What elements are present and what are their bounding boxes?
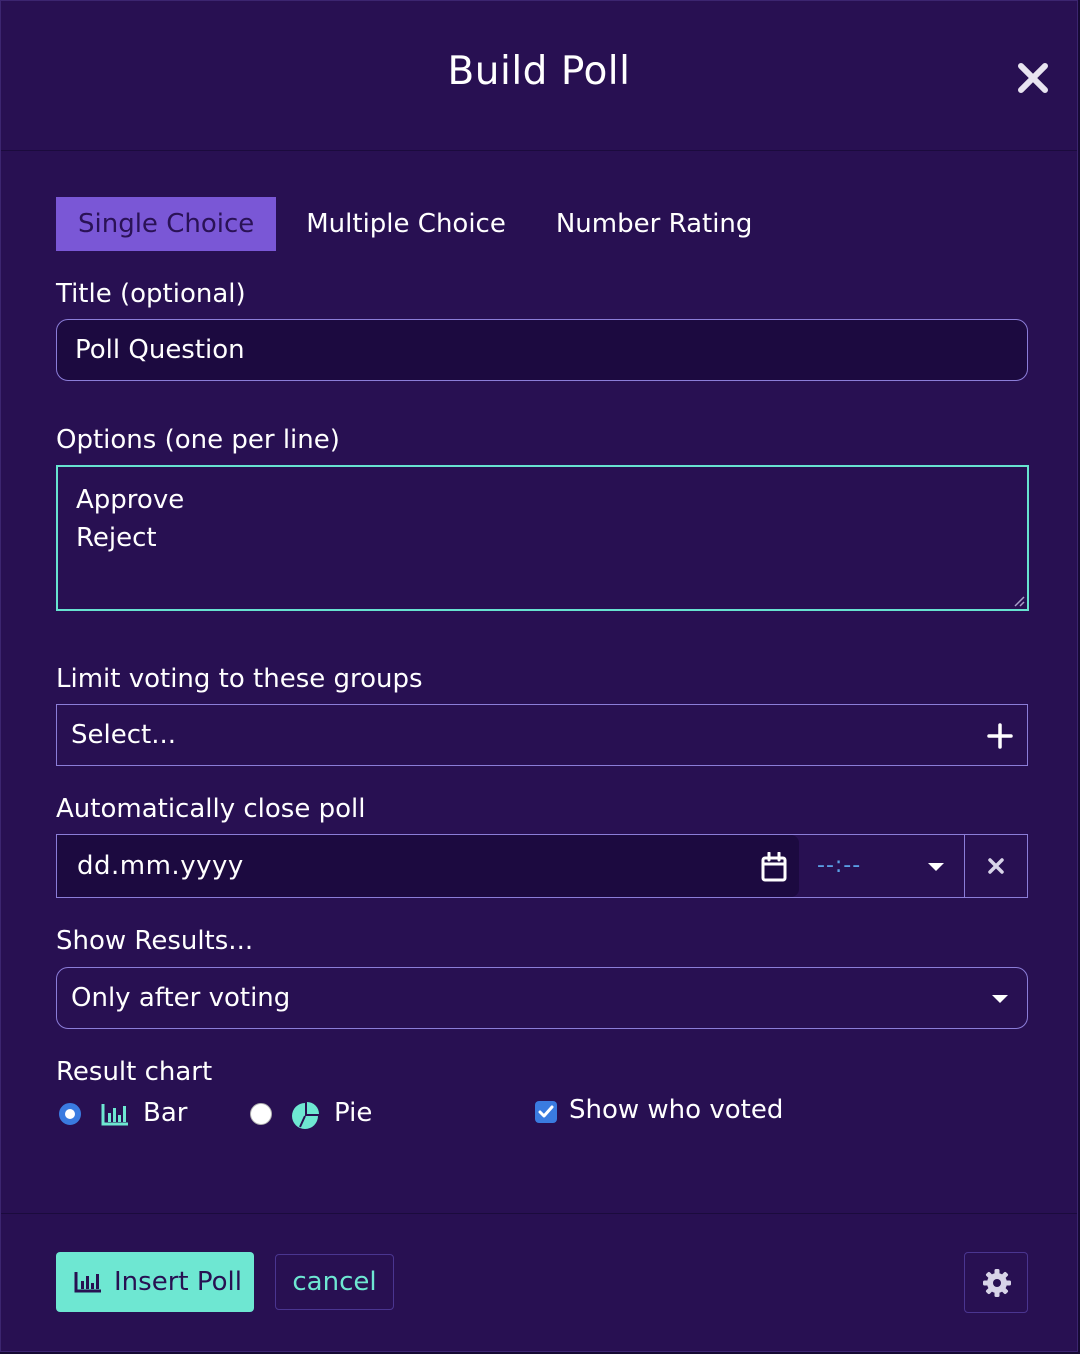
gear-icon bbox=[983, 1269, 1011, 1297]
pie-option-label[interactable]: Pie bbox=[334, 1098, 372, 1128]
resize-handle-icon[interactable] bbox=[1011, 593, 1025, 607]
chevron-down-icon[interactable] bbox=[927, 862, 945, 872]
show-results-value: Only after voting bbox=[71, 983, 291, 1013]
pie-radio[interactable] bbox=[250, 1103, 272, 1125]
poll-type-tabs: Single Choice Multiple Choice Number Rat… bbox=[56, 197, 774, 251]
date-placeholder: dd.mm.yyyy bbox=[77, 851, 244, 881]
close-button[interactable] bbox=[1011, 56, 1055, 100]
groups-select[interactable]: Select... bbox=[56, 704, 1028, 766]
options-label: Options (one per line) bbox=[56, 425, 340, 455]
result-chart-options: Bar Pie Show who voted bbox=[56, 1095, 1028, 1135]
auto-close-row: dd.mm.yyyy --:-- bbox=[56, 834, 1028, 898]
tab-single-choice[interactable]: Single Choice bbox=[56, 197, 277, 251]
tab-number-rating[interactable]: Number Rating bbox=[534, 197, 775, 251]
option-line: Reject bbox=[76, 523, 157, 553]
options-textarea[interactable]: Approve Reject bbox=[56, 465, 1029, 611]
date-input[interactable]: dd.mm.yyyy bbox=[57, 835, 799, 897]
clear-date-button[interactable] bbox=[964, 835, 1027, 897]
dialog-footer: Insert Poll cancel bbox=[1, 1213, 1077, 1353]
build-poll-dialog: Build Poll Single Choice Multiple Choice… bbox=[0, 0, 1078, 1352]
show-voters-label[interactable]: Show who voted bbox=[569, 1095, 783, 1125]
close-icon bbox=[1018, 63, 1048, 93]
pie-chart-icon bbox=[292, 1102, 319, 1129]
bar-radio[interactable] bbox=[59, 1103, 81, 1125]
bar-chart-icon bbox=[74, 1272, 101, 1293]
bar-option-label[interactable]: Bar bbox=[143, 1098, 187, 1128]
calendar-icon[interactable] bbox=[761, 852, 787, 882]
insert-poll-button[interactable]: Insert Poll bbox=[56, 1252, 254, 1312]
groups-label: Limit voting to these groups bbox=[56, 664, 423, 694]
close-poll-label: Automatically close poll bbox=[56, 794, 366, 824]
result-chart-label: Result chart bbox=[56, 1057, 213, 1087]
show-results-label: Show Results... bbox=[56, 926, 254, 956]
option-line: Approve bbox=[76, 485, 185, 515]
insert-poll-label: Insert Poll bbox=[114, 1267, 242, 1297]
title-label: Title (optional) bbox=[56, 279, 246, 309]
settings-button[interactable] bbox=[964, 1252, 1028, 1313]
time-input[interactable]: --:-- bbox=[817, 835, 861, 897]
cancel-button[interactable]: cancel bbox=[275, 1254, 394, 1310]
groups-placeholder: Select... bbox=[71, 720, 177, 750]
title-input[interactable]: Poll Question bbox=[56, 319, 1028, 381]
plus-icon[interactable] bbox=[987, 723, 1013, 749]
chevron-down-icon bbox=[992, 995, 1008, 1003]
show-voters-checkbox[interactable] bbox=[535, 1101, 557, 1123]
bar-chart-icon bbox=[101, 1104, 128, 1126]
dialog-title: Build Poll bbox=[447, 49, 631, 94]
tab-multiple-choice[interactable]: Multiple Choice bbox=[284, 197, 528, 251]
checkmark-icon bbox=[538, 1105, 554, 1118]
show-results-select[interactable]: Only after voting bbox=[56, 967, 1028, 1029]
close-icon bbox=[988, 858, 1004, 874]
dialog-header: Build Poll bbox=[1, 1, 1077, 151]
